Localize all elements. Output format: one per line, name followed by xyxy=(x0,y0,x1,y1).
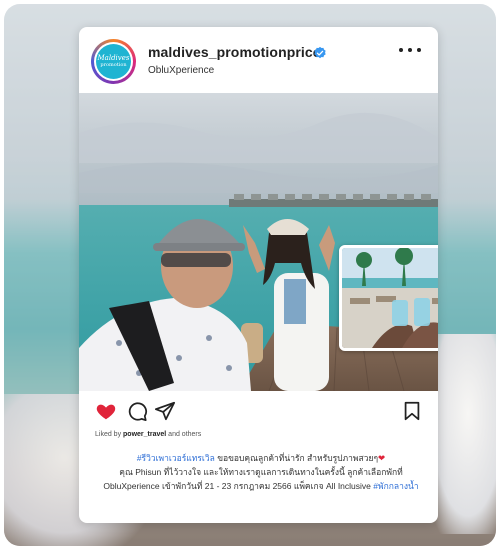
post-actions xyxy=(79,400,438,426)
comment-icon[interactable] xyxy=(126,400,148,422)
caption-hashtag[interactable]: #รีวิวเพาเวอร์แทรเวิล xyxy=(137,453,215,463)
avatar-ring: Maldives promotion xyxy=(94,42,133,81)
liked-by-user[interactable]: power_travel xyxy=(123,431,166,438)
caption-text: คุณ Phisun ที่ไว้วางใจ และให้ทางเราดูแลก… xyxy=(103,467,403,491)
inset-photo xyxy=(339,245,438,351)
share-icon[interactable] xyxy=(154,400,176,422)
bookmark-icon[interactable] xyxy=(401,400,423,422)
avatar[interactable]: Maldives promotion xyxy=(91,39,136,84)
location-subtitle[interactable]: ObluXperience xyxy=(148,65,214,76)
red-heart-emoji-icon: ❤ xyxy=(378,453,386,463)
caption-text: ขอขอบคุณลูกค้าที่น่ารัก สำหรับรูปภาพสวยๆ xyxy=(214,453,379,463)
caption-hashtag[interactable]: #พักกลางน้ำ xyxy=(373,481,418,491)
instagram-post-card: Maldives promotion maldives_promotionpri… xyxy=(79,27,438,523)
dot xyxy=(399,48,403,52)
verified-badge-icon xyxy=(314,46,326,59)
heart-icon[interactable] xyxy=(95,400,117,422)
post-photo[interactable] xyxy=(79,93,438,391)
post-caption: #รีวิวเพาเวอร์แทรเวิล ขอขอบคุณลูกค้าที่น… xyxy=(101,451,421,493)
post-header: Maldives promotion maldives_promotionpri… xyxy=(79,27,438,93)
liked-by-prefix: Liked by xyxy=(95,431,122,438)
avatar-logo-text-1: Maldives xyxy=(97,54,130,62)
dot xyxy=(417,48,421,52)
avatar-logo: Maldives promotion xyxy=(96,44,131,79)
avatar-logo-text-2: promotion xyxy=(100,62,127,68)
liked-by-text: Liked by power_travel and others xyxy=(95,431,201,438)
more-dots-icon[interactable] xyxy=(399,43,421,57)
liked-by-suffix: and others xyxy=(168,431,202,438)
dot xyxy=(408,48,412,52)
username[interactable]: maldives_promotionprice xyxy=(148,44,321,60)
inset-photo-scene xyxy=(342,248,438,348)
